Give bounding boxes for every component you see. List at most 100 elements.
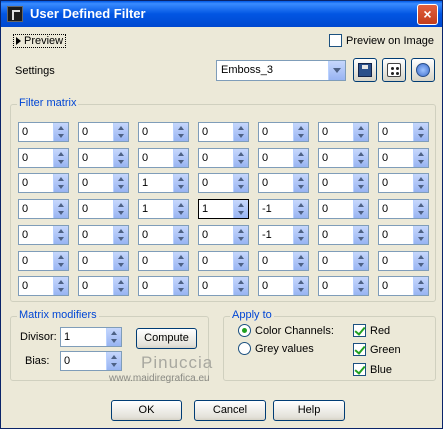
spin-arrows-icon[interactable] <box>113 200 128 218</box>
spin-arrows-icon[interactable] <box>353 149 368 167</box>
color-channels-option[interactable]: Color Channels: <box>238 324 334 337</box>
matrix-cell-r6-c3[interactable]: 0 <box>138 251 189 271</box>
matrix-cell-r5-c4[interactable]: 0 <box>198 225 249 245</box>
matrix-cell-r7-c7[interactable]: 0 <box>378 276 429 296</box>
help-button[interactable]: Help <box>273 400 345 421</box>
compute-button[interactable]: Compute <box>136 328 197 349</box>
divisor-input[interactable]: 1 <box>60 327 122 347</box>
green-checkbox[interactable] <box>353 343 366 356</box>
spin-arrows-icon[interactable] <box>353 277 368 295</box>
matrix-cell-r2-c5[interactable]: 0 <box>258 148 309 168</box>
matrix-cell-r1-c5[interactable]: 0 <box>258 122 309 142</box>
spin-arrows-icon[interactable] <box>413 277 428 295</box>
matrix-cell-r7-c5[interactable]: 0 <box>258 276 309 296</box>
matrix-cell-r1-c6[interactable]: 0 <box>318 122 369 142</box>
spin-arrows-icon[interactable] <box>173 252 188 270</box>
matrix-cell-r2-c4[interactable]: 0 <box>198 148 249 168</box>
spin-arrows-icon[interactable] <box>53 277 68 295</box>
matrix-cell-r2-c1[interactable]: 0 <box>18 148 69 168</box>
matrix-cell-r2-c2[interactable]: 0 <box>78 148 129 168</box>
spin-arrows-icon[interactable] <box>353 252 368 270</box>
ok-button[interactable]: OK <box>111 400 182 421</box>
spin-arrows-icon[interactable] <box>113 252 128 270</box>
spin-arrows-icon[interactable] <box>106 328 121 346</box>
spin-arrows-icon[interactable] <box>113 123 128 141</box>
color-channels-radio[interactable] <box>238 324 251 337</box>
spin-arrows-icon[interactable] <box>53 226 68 244</box>
matrix-cell-r6-c5[interactable]: 0 <box>258 251 309 271</box>
spin-arrows-icon[interactable] <box>233 277 248 295</box>
matrix-cell-r3-c6[interactable]: 0 <box>318 173 369 193</box>
matrix-cell-r3-c2[interactable]: 0 <box>78 173 129 193</box>
red-checkbox[interactable] <box>353 324 366 337</box>
matrix-cell-r4-c3[interactable]: 1 <box>138 199 189 219</box>
matrix-cell-r7-c2[interactable]: 0 <box>78 276 129 296</box>
spin-arrows-icon[interactable] <box>53 149 68 167</box>
matrix-cell-r1-c7[interactable]: 0 <box>378 122 429 142</box>
matrix-cell-r7-c4[interactable]: 0 <box>198 276 249 296</box>
spin-arrows-icon[interactable] <box>53 123 68 141</box>
matrix-cell-r5-c5[interactable]: -1 <box>258 225 309 245</box>
preview-on-image-option[interactable]: Preview on Image <box>329 34 434 47</box>
matrix-cell-r3-c1[interactable]: 0 <box>18 173 69 193</box>
matrix-cell-r1-c2[interactable]: 0 <box>78 122 129 142</box>
spin-arrows-icon[interactable] <box>353 174 368 192</box>
matrix-cell-r4-c6[interactable]: 0 <box>318 199 369 219</box>
matrix-cell-r6-c2[interactable]: 0 <box>78 251 129 271</box>
reset-button[interactable] <box>411 58 435 82</box>
spin-arrows-icon[interactable] <box>113 277 128 295</box>
matrix-cell-r2-c7[interactable]: 0 <box>378 148 429 168</box>
grey-values-radio[interactable] <box>238 342 251 355</box>
spin-arrows-icon[interactable] <box>233 149 248 167</box>
matrix-cell-r4-c1[interactable]: 0 <box>18 199 69 219</box>
spin-arrows-icon[interactable] <box>353 200 368 218</box>
spin-arrows-icon[interactable] <box>173 149 188 167</box>
spin-arrows-icon[interactable] <box>113 174 128 192</box>
spin-arrows-icon[interactable] <box>113 226 128 244</box>
preview-on-image-checkbox[interactable] <box>329 34 342 47</box>
preset-select[interactable]: Emboss_3 <box>216 60 346 81</box>
randomize-button[interactable] <box>382 58 406 82</box>
spin-arrows-icon[interactable] <box>293 174 308 192</box>
spin-arrows-icon[interactable] <box>293 252 308 270</box>
matrix-cell-r4-c2[interactable]: 0 <box>78 199 129 219</box>
matrix-cell-r5-c1[interactable]: 0 <box>18 225 69 245</box>
spin-arrows-icon[interactable] <box>413 123 428 141</box>
matrix-cell-r7-c1[interactable]: 0 <box>18 276 69 296</box>
spin-arrows-icon[interactable] <box>413 252 428 270</box>
matrix-cell-r6-c1[interactable]: 0 <box>18 251 69 271</box>
cancel-button[interactable]: Cancel <box>194 400 266 421</box>
blue-checkbox[interactable] <box>353 363 366 376</box>
spin-arrows-icon[interactable] <box>173 277 188 295</box>
matrix-cell-r4-c4[interactable]: 1 <box>198 199 249 219</box>
grey-values-option[interactable]: Grey values <box>238 342 314 355</box>
spin-arrows-icon[interactable] <box>53 252 68 270</box>
spin-arrows-icon[interactable] <box>173 200 188 218</box>
spin-arrows-icon[interactable] <box>293 277 308 295</box>
spin-arrows-icon[interactable] <box>53 174 68 192</box>
matrix-cell-r1-c4[interactable]: 0 <box>198 122 249 142</box>
spin-arrows-icon[interactable] <box>173 123 188 141</box>
matrix-cell-r5-c2[interactable]: 0 <box>78 225 129 245</box>
blue-channel-option[interactable]: Blue <box>353 363 392 376</box>
preview-toggle[interactable]: Preview <box>13 34 67 48</box>
matrix-cell-r5-c7[interactable]: 0 <box>378 225 429 245</box>
spin-arrows-icon[interactable] <box>293 123 308 141</box>
matrix-cell-r5-c3[interactable]: 0 <box>138 225 189 245</box>
green-channel-option[interactable]: Green <box>353 343 401 356</box>
matrix-cell-r3-c4[interactable]: 0 <box>198 173 249 193</box>
matrix-cell-r7-c3[interactable]: 0 <box>138 276 189 296</box>
close-button[interactable]: × <box>417 4 438 25</box>
matrix-cell-r5-c6[interactable]: 0 <box>318 225 369 245</box>
matrix-cell-r6-c7[interactable]: 0 <box>378 251 429 271</box>
matrix-cell-r6-c6[interactable]: 0 <box>318 251 369 271</box>
matrix-cell-r1-c3[interactable]: 0 <box>138 122 189 142</box>
spin-arrows-icon[interactable] <box>353 123 368 141</box>
bias-input[interactable]: 0 <box>60 351 122 371</box>
matrix-cell-r3-c7[interactable]: 0 <box>378 173 429 193</box>
spin-arrows-icon[interactable] <box>233 252 248 270</box>
spin-arrows-icon[interactable] <box>53 200 68 218</box>
save-preset-button[interactable] <box>353 58 377 82</box>
spin-arrows-icon[interactable] <box>413 149 428 167</box>
matrix-cell-r4-c7[interactable]: 0 <box>378 199 429 219</box>
